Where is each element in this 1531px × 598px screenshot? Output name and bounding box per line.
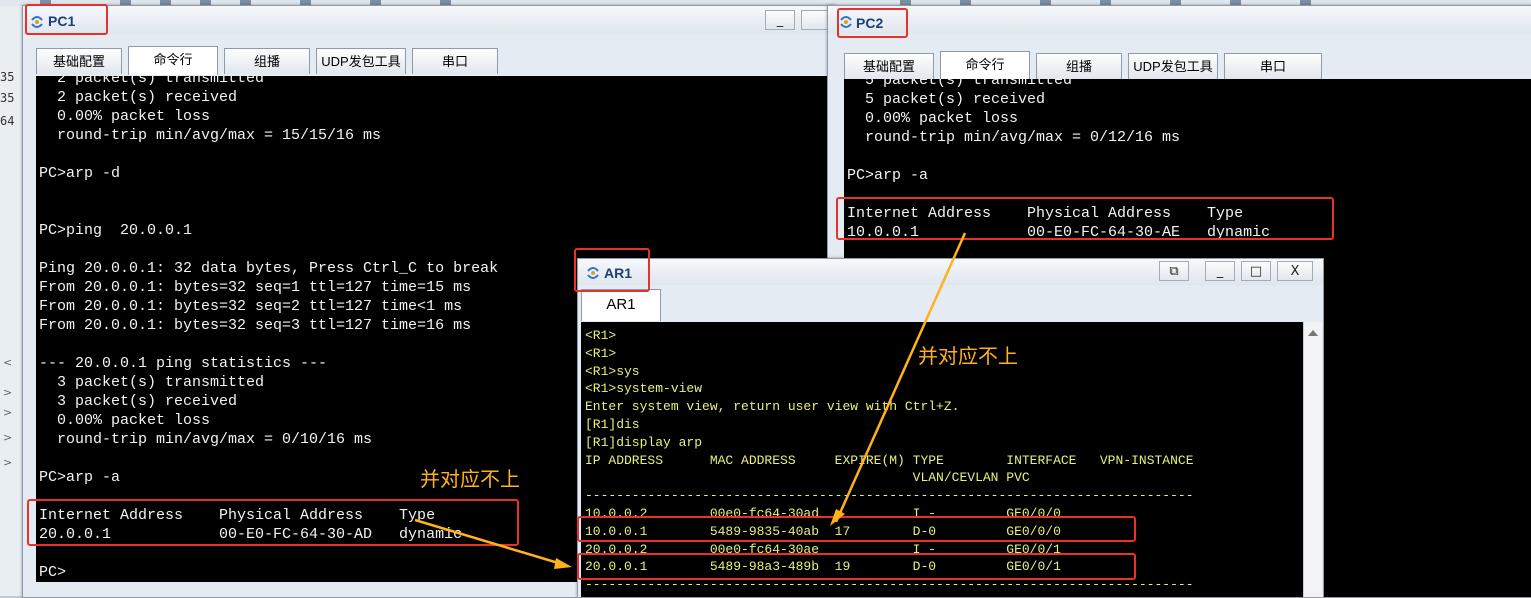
arrow-head-icon (830, 509, 845, 526)
arrow-line (414, 518, 566, 567)
annotation-arrows (414, 232, 967, 569)
arrow-head-icon (554, 558, 572, 569)
arrow-line (834, 232, 967, 523)
annotation-text: 并对应不上 (918, 344, 1018, 368)
annotation-text: 并对应不上 (420, 467, 520, 491)
